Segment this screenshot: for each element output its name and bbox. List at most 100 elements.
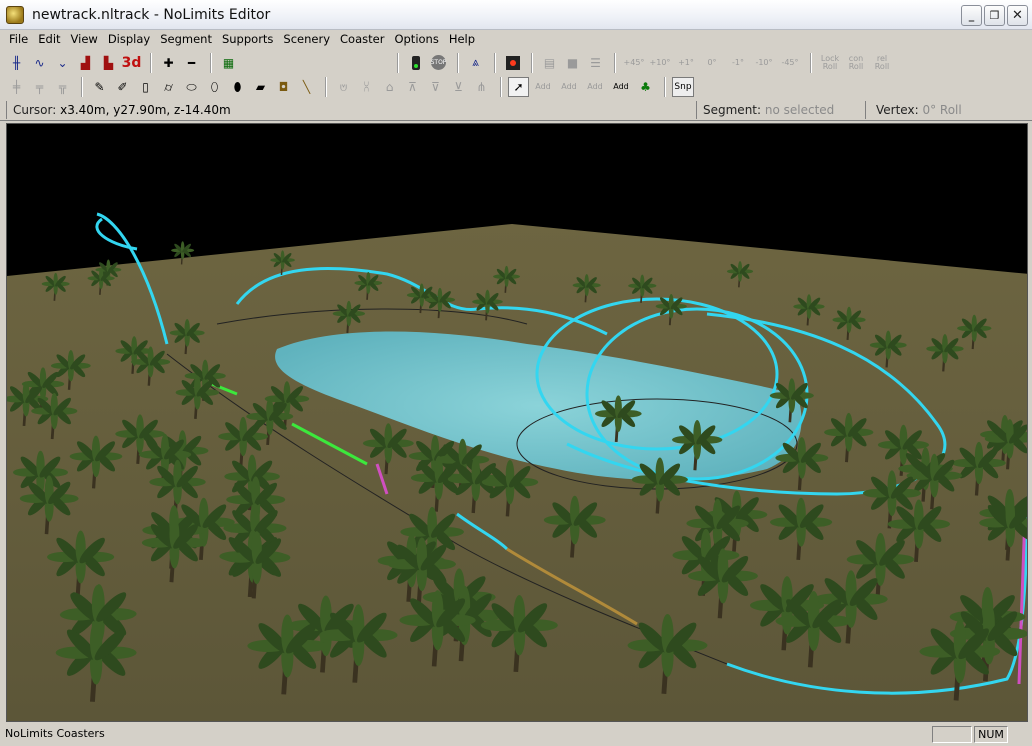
roll-plus-10-button[interactable]: +10° [648,53,672,73]
restore-button[interactable]: ❐ [984,5,1005,26]
footer-6-icon[interactable]: ⊻ [448,77,469,97]
plank-icon[interactable]: ▰ [250,77,271,97]
pencil-double-icon[interactable]: ✐ [112,77,133,97]
segment-readout: Segment: no selected [696,101,866,119]
roll-zero-button[interactable]: 0° [700,53,724,73]
segment-label: Segment: [703,103,762,117]
menu-help[interactable]: Help [444,32,480,46]
add-beam-button[interactable]: Add [557,77,581,97]
vertex-value: 0° Roll [922,103,962,117]
menu-bar: File Edit View Display Segment Supports … [0,30,1032,48]
roll-minus-45-button[interactable]: -45° [778,53,802,73]
toolbar-separator [150,52,152,73]
window-title: newtrack.nltrack - NoLimits Editor [32,6,271,23]
track-wave-icon[interactable]: ∿ [29,53,50,73]
support-pole-icon[interactable]: ╪ [6,77,27,97]
cylinder-icon[interactable]: ⌭ [158,77,179,97]
menu-options[interactable]: Options [389,32,443,46]
support-toolbar: ╪ ╤ ╦ ✎ ✐ ▯ ⌭ ⬭ ⬯ ⬮ ▰ ◘ ╲ ⩅ ⩆ ⌂ ⊼ ⊽ ⊻ ⋔ … [0,75,1032,100]
add-support-button[interactable]: Add [609,77,633,97]
stop-button[interactable]: STOP [428,53,449,73]
roll-minus-10-button[interactable]: -10° [752,53,776,73]
station-icon[interactable]: ▟ [75,53,96,73]
toolbar-separator [810,52,812,73]
main-toolbar: ╫ ∿ ⌄ ▟ ▙ 3d ✚ ━ ▦ STOP ⩓ ▤ ■ ☰ +45° +10… [0,50,1032,75]
toolbar-separator [81,77,83,97]
zoom-out-icon[interactable]: ━ [181,53,202,73]
vertex-label: Vertex: [876,103,919,117]
footer-7-icon[interactable]: ⋔ [471,77,492,97]
vertex-readout: Vertex: 0° Roll [870,101,1028,119]
footer-1-icon[interactable]: ⩅ [333,77,354,97]
table-icon[interactable]: ▤ [539,53,560,73]
toolbar-separator [325,77,327,97]
menu-coaster[interactable]: Coaster [335,32,389,46]
lock-roll-button[interactable]: Lock Roll [818,53,842,73]
toolbar-separator [210,52,212,73]
select-arrow-icon[interactable]: ➚ [508,77,529,97]
toolbar-separator [500,77,502,97]
zoom-in-icon[interactable]: ✚ [158,53,179,73]
beam-icon[interactable]: ╲ [296,77,317,97]
snap-button[interactable]: Snp [672,77,694,97]
toolbar-separator [614,52,616,73]
traffic-light-icon[interactable] [405,53,426,73]
cylinder-4-icon[interactable]: ⬮ [227,77,248,97]
menu-supports[interactable]: Supports [217,32,278,46]
menu-segment[interactable]: Segment [155,32,217,46]
window-controls: _ ❐ ✕ [961,5,1028,26]
support-double-icon[interactable]: ╦ [52,77,73,97]
toolbar-separator [397,52,399,73]
cylinder-3-icon[interactable]: ⬯ [204,77,225,97]
menu-edit[interactable]: Edit [33,32,65,46]
close-button[interactable]: ✕ [1007,5,1028,26]
menu-view[interactable]: View [66,32,103,46]
minimize-button[interactable]: _ [961,5,982,26]
view-3d-button[interactable]: 3d [121,53,142,73]
add-node-button[interactable]: Add [583,77,607,97]
support-t-icon[interactable]: ╤ [29,77,50,97]
toolbar-separator [531,52,533,73]
cursor-value: x3.40m, y27.90m, z-14.40m [60,103,231,117]
status-panel [932,726,972,743]
app-icon[interactable] [6,5,24,24]
scene-canvas[interactable] [7,124,1028,722]
menu-display[interactable]: Display [103,32,155,46]
toolbar-separator [664,77,666,97]
footer-4-icon[interactable]: ⊼ [402,77,423,97]
info-strip: Cursor: x3.40m, y27.90m, z-14.40m Segmen… [0,99,1032,121]
pillar-thin-icon[interactable]: ▯ [135,77,156,97]
track-dip-icon[interactable]: ⌄ [52,53,73,73]
title-bar: newtrack.nltrack - NoLimits Editor _ ❐ ✕ [0,0,1032,30]
roll-plus-1-button[interactable]: +1° [674,53,698,73]
toolbar-separator [457,52,459,73]
footer-5-icon[interactable]: ⊽ [425,77,446,97]
3d-viewport[interactable] [6,123,1028,722]
segment-value: no selected [764,103,835,117]
align-icon[interactable]: ☰ [585,53,606,73]
box-icon[interactable]: ◘ [273,77,294,97]
roll-minus-1-button[interactable]: -1° [726,53,750,73]
status-bar: NoLimits Coasters NUM [0,724,1032,746]
square-icon[interactable]: ■ [562,53,583,73]
track-straight-icon[interactable]: ╫ [6,53,27,73]
menu-file[interactable]: File [4,32,33,46]
footer-3-icon[interactable]: ⌂ [379,77,400,97]
status-text: NoLimits Coasters [5,727,105,740]
coaster-car-icon[interactable]: ▙ [98,53,119,73]
red-light-icon[interactable] [502,53,523,73]
numlock-indicator: NUM [974,726,1008,743]
pencil-icon[interactable]: ✎ [89,77,110,97]
roll-plus-45-button[interactable]: +45° [622,53,646,73]
tree-icon[interactable]: ♣ [635,77,656,97]
cursor-readout: Cursor: x3.40m, y27.90m, z-14.40m [6,101,692,119]
con-roll-button[interactable]: con Roll [844,53,868,73]
rel-roll-button[interactable]: rel Roll [870,53,894,73]
add-connector-button[interactable]: Add [531,77,555,97]
cylinder-2-icon[interactable]: ⬭ [181,77,202,97]
footer-2-icon[interactable]: ⩆ [356,77,377,97]
cursor-label: Cursor: [13,103,57,117]
grid-icon[interactable]: ▦ [218,53,239,73]
ride-tower-icon[interactable]: ⩓ [465,53,486,73]
menu-scenery[interactable]: Scenery [278,32,335,46]
